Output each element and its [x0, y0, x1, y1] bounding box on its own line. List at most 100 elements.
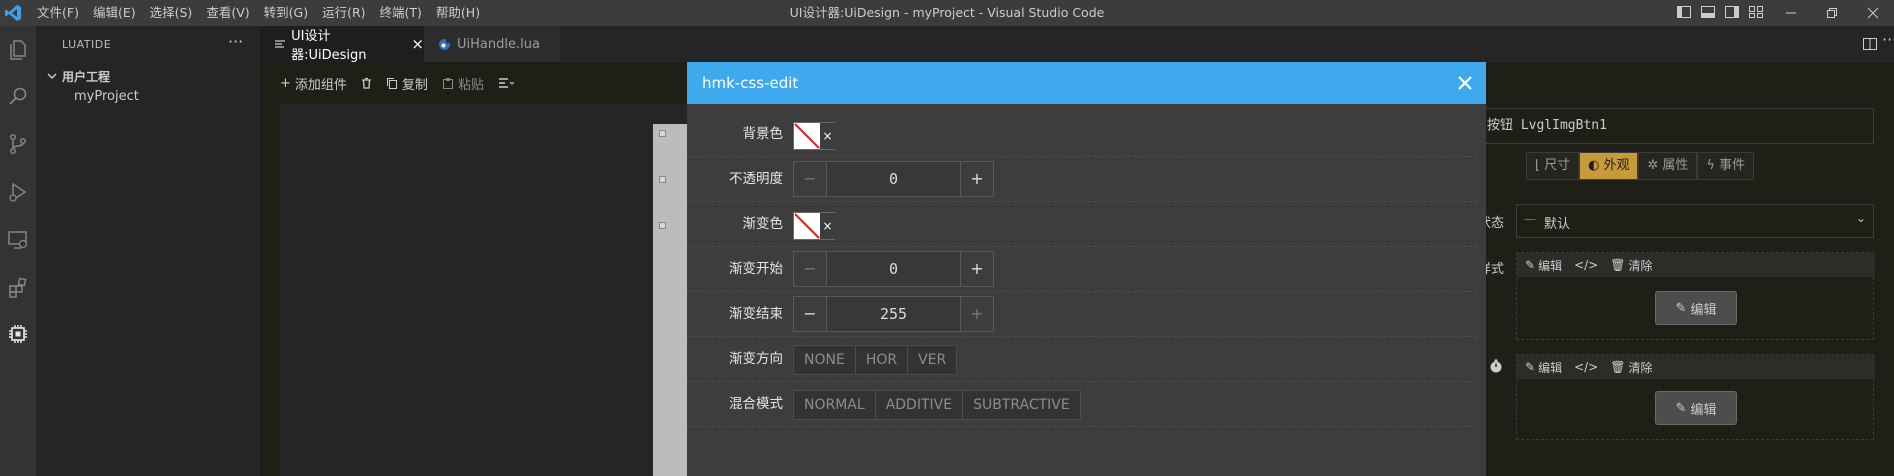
row-gradient-start: 渐变开始 − 0 + — [687, 247, 1477, 292]
big-edit-button[interactable]: ✎ 编辑 — [1655, 391, 1737, 425]
gradient-start-input[interactable]: 0 — [826, 252, 961, 286]
increment-button[interactable]: + — [961, 252, 993, 286]
close-icon[interactable] — [1454, 72, 1476, 94]
option-additive[interactable]: ADDITIVE — [875, 391, 964, 419]
source-control-icon[interactable] — [6, 132, 30, 156]
tab-appearance[interactable]: ◐ 外观 — [1579, 152, 1639, 180]
opacity-input[interactable]: 0 — [826, 162, 961, 196]
tab-attributes[interactable]: ✲ 属性 — [1638, 152, 1698, 180]
run-debug-icon[interactable] — [6, 180, 30, 204]
plus-icon: + — [280, 75, 291, 91]
increment-button[interactable]: + — [961, 162, 993, 196]
selection-handle[interactable] — [659, 222, 666, 229]
background-color-swatch[interactable]: × — [793, 122, 835, 150]
edit-icon: ✎ — [1675, 400, 1687, 416]
tree-item-label: 用户工程 — [62, 69, 111, 84]
remote-explorer-icon[interactable] — [6, 228, 30, 252]
editor-tabs-bar: UI设计器:UiDesign × UiHandle.lua ··· — [260, 26, 1894, 63]
explorer-icon[interactable] — [6, 38, 30, 62]
paste-button[interactable]: 粘贴 — [442, 74, 484, 93]
tab-events[interactable]: ϟ 事件 — [1697, 152, 1754, 180]
tree-item-myproject[interactable]: myProject — [74, 86, 139, 108]
big-edit-button[interactable]: ✎ 编辑 — [1655, 291, 1737, 325]
dialog-header — [687, 62, 1486, 104]
style-edit-button[interactable]: ✎ 编辑 — [1525, 257, 1562, 274]
split-editor-icon[interactable] — [1862, 36, 1878, 52]
minimize-icon[interactable] — [1770, 0, 1811, 26]
clear-color-button[interactable]: × — [820, 123, 835, 149]
style-code-button[interactable]: </> — [1574, 258, 1598, 272]
increment-button[interactable]: + — [961, 297, 993, 331]
component-name-field[interactable]: 按钮 LvglImgBtn1 — [1476, 108, 1874, 144]
row-gradient-end: 渐变结束 − 255 + — [687, 292, 1477, 337]
layout-controls — [1676, 4, 1764, 20]
menu-bar: 文件(F) 编辑(E) 选择(S) 查看(V) 转到(G) 运行(R) 终端(T… — [30, 0, 487, 26]
decrement-button[interactable]: − — [794, 252, 826, 286]
copy-button[interactable]: 复制 — [386, 74, 428, 93]
design-canvas — [280, 104, 690, 476]
window-controls — [1770, 0, 1893, 26]
toggle-secondary-sidebar-icon[interactable] — [1724, 4, 1740, 20]
palette-icon: ◐ — [1588, 158, 1600, 173]
toggle-primary-sidebar-icon[interactable] — [1676, 4, 1692, 20]
luatide-chip-icon[interactable] — [6, 322, 30, 346]
menu-edit[interactable]: 编辑(E) — [86, 0, 143, 26]
blend-mode-group: NORMAL ADDITIVE SUBTRACTIVE — [793, 390, 1081, 420]
selection-handle[interactable] — [659, 130, 666, 137]
option-hor[interactable]: HOR — [855, 346, 909, 374]
gradient-end-input[interactable]: 255 — [826, 297, 961, 331]
editor-more-actions-icon[interactable]: ··· — [1882, 30, 1894, 49]
bolt-icon: ϟ — [1706, 158, 1715, 173]
menu-view[interactable]: 查看(V) — [199, 0, 256, 26]
selection-handle[interactable] — [659, 176, 666, 183]
field-label: 渐变色 — [742, 216, 784, 232]
decrement-button[interactable]: − — [794, 162, 826, 196]
delete-button[interactable] — [361, 77, 372, 89]
align-lines-icon — [498, 78, 514, 88]
customize-layout-icon[interactable] — [1748, 4, 1764, 20]
align-menu-button[interactable] — [498, 77, 514, 89]
option-normal[interactable]: NORMAL — [794, 391, 876, 419]
menu-terminal[interactable]: 终端(T) — [373, 0, 429, 26]
tab-close-icon[interactable]: × — [411, 35, 424, 53]
tab-uidesign[interactable]: UI设计器:UiDesign × — [260, 26, 424, 63]
trash-icon: 🗑 — [1610, 360, 1626, 374]
style-block-pressed: ✎ 编辑 </> 🗑 清除 ✎ 编辑 — [1516, 354, 1875, 440]
menu-run[interactable]: 运行(R) — [315, 0, 372, 26]
row-blend-mode: 混合模式 NORMAL ADDITIVE SUBTRACTIVE — [687, 382, 1477, 427]
option-none[interactable]: NONE — [794, 346, 856, 374]
decrement-button[interactable]: − — [794, 297, 826, 331]
style-code-button[interactable]: </> — [1574, 360, 1598, 374]
lua-file-icon — [439, 38, 450, 50]
edit-icon: ✎ — [1525, 360, 1536, 374]
restore-icon[interactable] — [1811, 0, 1852, 26]
search-icon[interactable] — [6, 84, 30, 108]
option-ver[interactable]: VER — [908, 346, 957, 374]
style-clear-button[interactable]: 🗑 清除 — [1610, 359, 1652, 376]
menu-file[interactable]: 文件(F) — [30, 0, 86, 26]
menu-selection[interactable]: 选择(S) — [143, 0, 200, 26]
extensions-icon[interactable] — [6, 276, 30, 300]
tab-uihandle[interactable]: UiHandle.lua — [424, 26, 560, 62]
add-component-button[interactable]: + 添加组件 — [280, 74, 347, 93]
code-icon: </> — [1574, 258, 1599, 272]
option-subtractive[interactable]: SUBTRACTIVE — [963, 391, 1080, 419]
style-edit-button[interactable]: ✎ 编辑 — [1525, 359, 1562, 376]
toggle-panel-icon[interactable] — [1700, 4, 1716, 20]
sidebar-more-actions-icon[interactable]: ··· — [228, 32, 243, 51]
close-window-icon[interactable] — [1852, 0, 1893, 26]
gradient-color-swatch[interactable]: × — [793, 212, 835, 240]
tree-item-user-project[interactable]: 用户工程 — [46, 66, 110, 86]
trash-icon: 🗑 — [1610, 258, 1626, 272]
edit-icon: ✎ — [1525, 258, 1536, 272]
field-label: 渐变开始 — [729, 261, 783, 277]
tab-size[interactable]: ⌊ 尺寸 — [1526, 152, 1580, 180]
copy-icon — [386, 78, 397, 89]
style-clear-button[interactable]: 🗑 清除 — [1610, 257, 1652, 274]
clear-color-button[interactable]: × — [820, 213, 835, 239]
style-block-default: ✎ 编辑 </> 🗑 清除 ✎ 编辑 — [1516, 252, 1875, 340]
menu-go[interactable]: 转到(G) — [257, 0, 315, 26]
activity-bar — [0, 26, 36, 476]
size-icon: ⌊ — [1535, 158, 1541, 173]
menu-help[interactable]: 帮助(H) — [429, 0, 487, 26]
